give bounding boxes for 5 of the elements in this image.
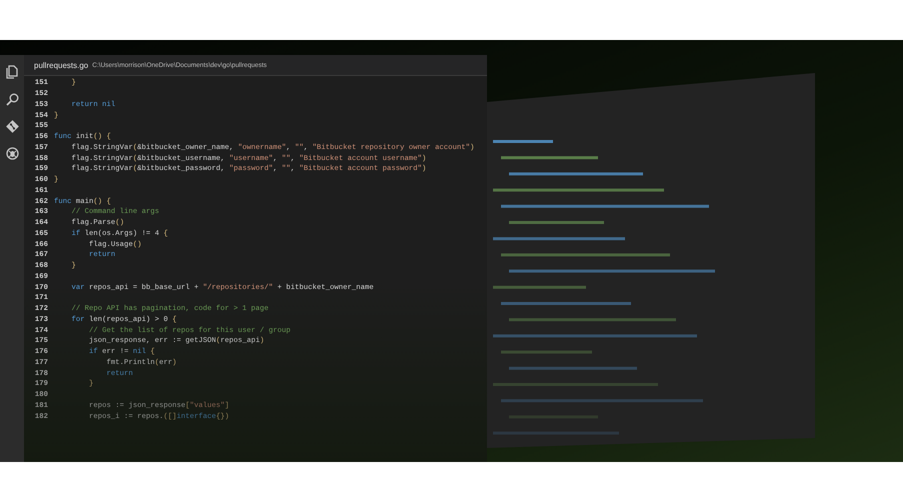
search-icon[interactable] bbox=[6, 93, 18, 106]
git-icon[interactable] bbox=[6, 120, 18, 133]
files-icon[interactable] bbox=[6, 65, 18, 79]
file-name: pullrequests.go bbox=[34, 60, 88, 70]
debug-icon[interactable] bbox=[6, 147, 18, 160]
